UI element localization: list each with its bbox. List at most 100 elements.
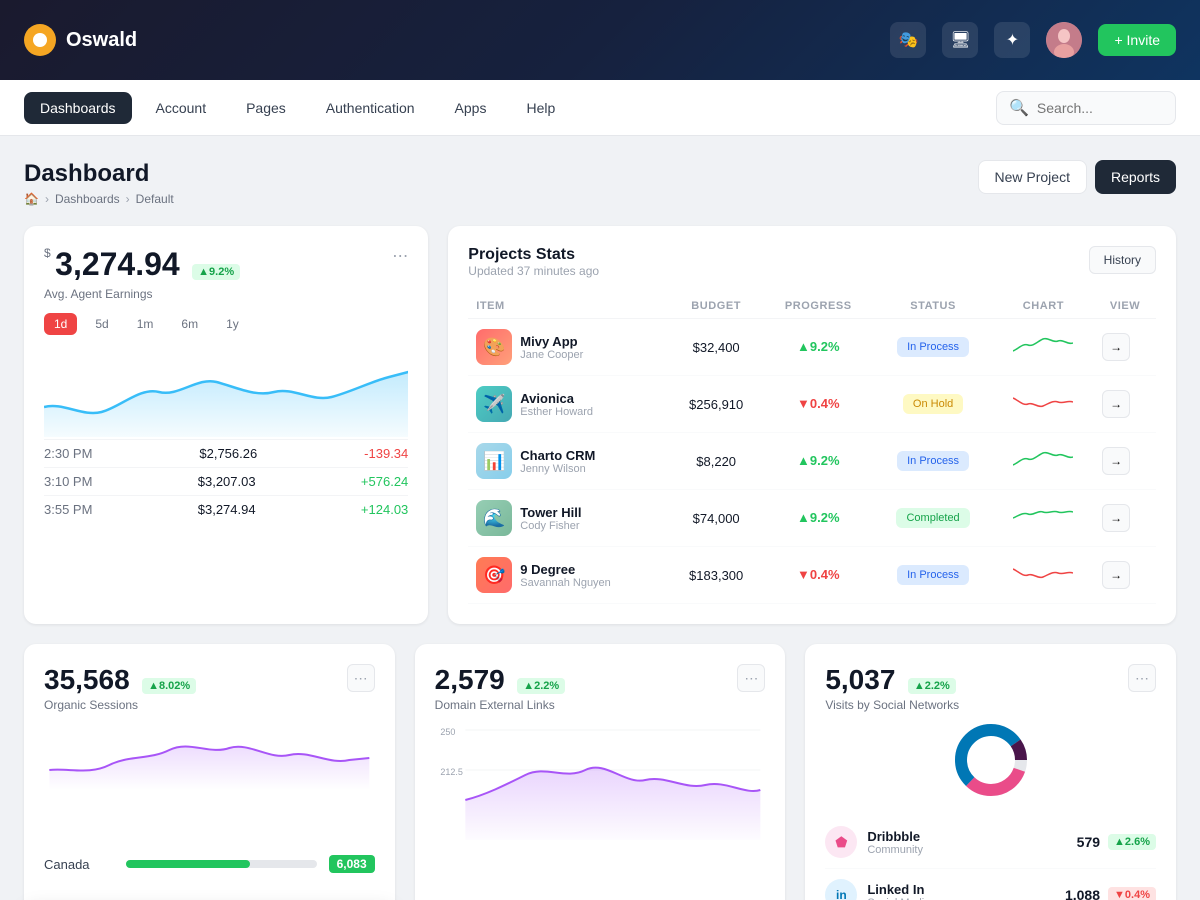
table-row: 🎨 Mivy App Jane Cooper $32,400 ▲9.2% In … xyxy=(468,319,1156,376)
search-container: 🔍 xyxy=(996,91,1176,125)
project-icon-9degree: 🎯 xyxy=(476,557,512,593)
col-chart: CHART xyxy=(993,294,1094,319)
earnings-more[interactable]: ⋯ xyxy=(392,246,408,266)
bottom-row: B Bootstrap 5 35,568 ▲8.02% Organic Sess… xyxy=(24,644,1176,900)
logo-text: Oswald xyxy=(66,29,137,52)
status-badge: On Hold xyxy=(903,394,963,414)
social-card: 5,037 ▲2.2% Visits by Social Networks ⋯ xyxy=(805,644,1176,900)
col-status: STATUS xyxy=(874,294,993,319)
avatar[interactable] xyxy=(1046,22,1082,58)
mask-icon[interactable]: 🎭 xyxy=(890,22,926,58)
page-title: Dashboard xyxy=(24,160,174,188)
status-badge: In Process xyxy=(897,451,969,471)
domain-badge: ▲2.2% xyxy=(517,678,565,694)
main-content: Dashboard 🏠 › Dashboards › Default New P… xyxy=(0,136,1200,900)
table-row: 🎯 9 Degree Savannah Nguyen $183,300 ▼0.4… xyxy=(468,547,1156,604)
svg-text:250: 250 xyxy=(440,727,455,737)
page-actions: New Project Reports xyxy=(978,160,1177,194)
time-filter-5d[interactable]: 5d xyxy=(85,313,118,335)
earnings-chart xyxy=(44,347,408,427)
col-progress: PROGRESS xyxy=(763,294,873,319)
svg-text:212.5: 212.5 xyxy=(440,767,463,777)
earnings-row-2: 3:10 PM $3,207.03 +576.24 xyxy=(44,467,408,495)
share-icon[interactable]: ✦ xyxy=(994,22,1030,58)
earnings-rows: 2:30 PM $2,756.26 -139.34 3:10 PM $3,207… xyxy=(44,439,408,523)
time-filter-6m[interactable]: 6m xyxy=(171,313,208,335)
linkedin-icon: in xyxy=(825,879,857,900)
social-badge: ▲2.2% xyxy=(908,678,956,694)
social-item-linkedin: in Linked In Social Media 1,088 ▼0.4% xyxy=(825,869,1156,900)
invite-button[interactable]: + Invite xyxy=(1098,24,1176,56)
social-item-dribbble: ⬟ Dribbble Community 579 ▲2.6% xyxy=(825,816,1156,869)
table-row: 🌊 Tower Hill Cody Fisher $74,000 ▲9.2% C… xyxy=(468,490,1156,547)
earnings-value: 3,274.94 xyxy=(55,246,180,282)
view-btn-avionica[interactable]: → xyxy=(1102,390,1130,418)
project-icon-avionica: ✈️ xyxy=(476,386,512,422)
col-view: VIEW xyxy=(1094,294,1156,319)
domain-value: 2,579 xyxy=(435,664,505,695)
dribbble-icon: ⬟ xyxy=(825,826,857,858)
view-btn-tower[interactable]: → xyxy=(1102,504,1130,532)
domain-card: 2,579 ▲2.2% Domain External Links ⋯ 250 … xyxy=(415,644,786,900)
home-icon: 🏠 xyxy=(24,192,39,206)
time-filter-1y[interactable]: 1y xyxy=(216,313,249,335)
time-filter-1m[interactable]: 1m xyxy=(127,313,164,335)
project-icon-tower: 🌊 xyxy=(476,500,512,536)
organic-chart xyxy=(44,720,375,790)
geo-row: Canada 6,083 xyxy=(44,855,375,873)
nav-item-help[interactable]: Help xyxy=(510,92,571,124)
project-icon-charto: 📊 xyxy=(476,443,512,479)
project-icon-mivy: 🎨 xyxy=(476,329,512,365)
social-value: 5,037 xyxy=(825,664,895,695)
projects-updated: Updated 37 minutes ago xyxy=(468,264,599,278)
table-row: 📊 Charto CRM Jenny Wilson $8,220 ▲9.2% I… xyxy=(468,433,1156,490)
table-row: ✈️ Avionica Esther Howard $256,910 ▼0.4%… xyxy=(468,376,1156,433)
projects-card: Projects Stats Updated 37 minutes ago Hi… xyxy=(448,226,1176,624)
projects-title: Projects Stats xyxy=(468,246,599,264)
top-header: Oswald 🎭 🖥 ✦ + Invite xyxy=(0,0,1200,80)
top-cards-row: $ 3,274.94 ▲9.2% Avg. Agent Earnings ⋯ 1… xyxy=(24,226,1176,624)
domain-chart: 250 212.5 xyxy=(435,720,766,840)
projects-header: Projects Stats Updated 37 minutes ago Hi… xyxy=(468,246,1156,278)
earnings-label: Avg. Agent Earnings xyxy=(44,287,240,301)
domain-more[interactable]: ⋯ xyxy=(737,664,765,692)
nav-item-apps[interactable]: Apps xyxy=(439,92,503,124)
earnings-amount-row: $ 3,274.94 ▲9.2% xyxy=(44,246,240,283)
col-budget: BUDGET xyxy=(669,294,763,319)
reports-button[interactable]: Reports xyxy=(1095,160,1176,194)
search-input[interactable] xyxy=(1037,100,1163,116)
social-donut-chart xyxy=(951,720,1031,800)
view-btn-9degree[interactable]: → xyxy=(1102,561,1130,589)
breadcrumb: 🏠 › Dashboards › Default xyxy=(24,192,174,206)
view-btn-charto[interactable]: → xyxy=(1102,447,1130,475)
earnings-card: $ 3,274.94 ▲9.2% Avg. Agent Earnings ⋯ 1… xyxy=(24,226,428,624)
currency-symbol: $ xyxy=(44,246,51,260)
time-filters: 1d 5d 1m 6m 1y xyxy=(44,313,408,335)
nav-item-authentication[interactable]: Authentication xyxy=(310,92,431,124)
earnings-row-1: 2:30 PM $2,756.26 -139.34 xyxy=(44,439,408,467)
nav-item-dashboards[interactable]: Dashboards xyxy=(24,92,132,124)
nav-item-account[interactable]: Account xyxy=(140,92,223,124)
logo-icon xyxy=(24,24,56,56)
social-label: Visits by Social Networks xyxy=(825,698,959,712)
social-more[interactable]: ⋯ xyxy=(1128,664,1156,692)
status-badge: Completed xyxy=(896,508,969,528)
new-project-button[interactable]: New Project xyxy=(978,160,1087,194)
search-icon: 🔍 xyxy=(1009,98,1029,118)
page-title-area: Dashboard 🏠 › Dashboards › Default xyxy=(24,160,174,206)
earnings-header: $ 3,274.94 ▲9.2% Avg. Agent Earnings xyxy=(44,246,240,301)
nav-item-pages[interactable]: Pages xyxy=(230,92,302,124)
projects-table: ITEM BUDGET PROGRESS STATUS CHART VIEW 🎨 xyxy=(468,294,1156,604)
status-badge: In Process xyxy=(897,565,969,585)
earnings-badge: ▲9.2% xyxy=(192,264,240,280)
monitor-icon[interactable]: 🖥 xyxy=(942,22,978,58)
page-header: Dashboard 🏠 › Dashboards › Default New P… xyxy=(24,160,1176,206)
time-filter-1d[interactable]: 1d xyxy=(44,313,77,335)
history-button[interactable]: History xyxy=(1089,246,1156,274)
status-badge: In Process xyxy=(897,337,969,357)
organic-more[interactable]: ⋯ xyxy=(347,664,375,692)
organic-label: Organic Sessions xyxy=(44,698,196,712)
organic-card: B Bootstrap 5 35,568 ▲8.02% Organic Sess… xyxy=(24,644,395,900)
view-btn-mivy[interactable]: → xyxy=(1102,333,1130,361)
nav-bar: Dashboards Account Pages Authentication … xyxy=(0,80,1200,136)
